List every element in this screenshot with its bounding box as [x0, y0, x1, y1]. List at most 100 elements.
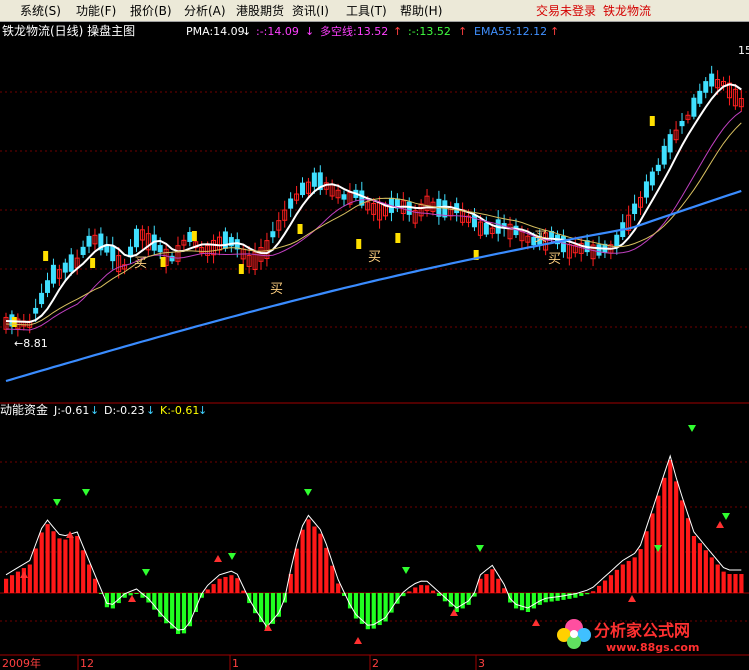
- histogram-bar-up: [602, 580, 608, 593]
- highlight-candle: [297, 224, 303, 234]
- d-label: D:-0.23: [104, 404, 145, 417]
- highlight-candle: [160, 257, 166, 267]
- histogram-bar-up: [721, 571, 726, 593]
- histogram-bar-up: [45, 524, 50, 593]
- histogram-bar-up: [691, 536, 697, 593]
- histogram-bar-up: [490, 569, 495, 593]
- menu-tools[interactable]: 工具(T): [346, 2, 387, 19]
- login-status[interactable]: 交易未登录: [536, 2, 596, 19]
- signal-down-arrow-icon: [688, 425, 696, 432]
- candle-body: [311, 172, 317, 187]
- histogram-bar-up: [739, 574, 744, 593]
- histogram-bar-up: [318, 533, 323, 593]
- histogram-bar-up: [727, 574, 732, 593]
- histogram-bar-up: [419, 585, 424, 593]
- histogram-bar-up: [51, 531, 56, 593]
- menu-help[interactable]: 帮助(H): [400, 2, 442, 19]
- histogram-bar-up: [614, 569, 619, 593]
- duokong-label: 多空线:13.52: [320, 24, 388, 38]
- histogram-bar-down: [513, 593, 519, 609]
- menu-function[interactable]: 功能(F): [76, 2, 116, 19]
- buy-signal-label: 买: [134, 256, 147, 271]
- signal-up-arrow-icon: [20, 571, 28, 578]
- candle-body: [45, 280, 51, 293]
- histogram-bar-up: [685, 518, 691, 593]
- histogram-bar-up: [644, 531, 649, 593]
- chart-area[interactable]: 铁龙物流(日线) 操盘主图 PMA:14.09 ↓ :-:14.09 ↓ 多空线…: [0, 21, 749, 670]
- menu-info[interactable]: 资讯(I): [292, 2, 329, 19]
- histogram-bar-up: [703, 550, 708, 593]
- duokong-up-arrow-icon: ↑: [393, 25, 402, 38]
- histogram-bar-up: [205, 589, 210, 593]
- candle-body: [709, 73, 715, 87]
- line2-label: :-:13.52: [408, 25, 451, 38]
- histogram-bar-up: [223, 576, 228, 593]
- j-down-arrow-icon: ↓: [90, 404, 99, 417]
- histogram-bar-up: [63, 539, 68, 593]
- menu-system[interactable]: 系统(S): [20, 2, 61, 19]
- signal-down-arrow-icon: [53, 499, 61, 506]
- time-axis-label: 2009年: [2, 656, 41, 670]
- low-price-marker: ←8.81: [14, 337, 48, 350]
- histogram-bar-up: [294, 548, 299, 593]
- histogram-bar-up: [69, 537, 74, 593]
- watermark-name: 分析家公式网: [594, 621, 690, 640]
- histogram-bar-up: [75, 536, 80, 593]
- candle-body: [632, 203, 638, 215]
- highlight-candle: [238, 264, 244, 274]
- candle-body: [406, 201, 412, 215]
- histogram-bar-up: [680, 500, 685, 593]
- candle-body: [270, 231, 276, 238]
- histogram-bar-up: [300, 529, 305, 593]
- signal-up-arrow-icon: [628, 595, 636, 602]
- candle-body: [483, 222, 489, 235]
- momentum-histogram: [4, 454, 744, 634]
- histogram-bar-up: [81, 550, 86, 593]
- menu-analysis[interactable]: 分析(A): [184, 2, 226, 19]
- histogram-bar-up: [413, 587, 418, 593]
- histogram-bar-down: [525, 593, 531, 612]
- histogram-bar-down: [134, 593, 139, 594]
- candle-body: [679, 120, 685, 127]
- line2-up-arrow-icon: ↑: [458, 25, 467, 38]
- candle-body: [33, 307, 39, 314]
- signal-down-arrow-icon: [476, 545, 484, 552]
- candle-body: [697, 90, 703, 104]
- signal-down-arrow-icon: [722, 513, 730, 520]
- signal-down-arrow-icon: [142, 569, 150, 576]
- histogram-bar-up: [57, 538, 62, 593]
- histogram-bar-down: [460, 593, 465, 609]
- histogram-bar-down: [128, 593, 133, 596]
- main-panel-title: 铁龙物流(日线) 操盘主图: [2, 23, 135, 38]
- histogram-bar-up: [650, 513, 655, 593]
- histogram-bar-up: [626, 560, 631, 593]
- signal-down-arrow-icon: [304, 489, 312, 496]
- candle-body: [667, 134, 673, 153]
- signal-down-arrow-icon: [82, 489, 90, 496]
- menu-hk-futures[interactable]: 港股期货: [236, 2, 284, 19]
- histogram-bar-up: [662, 477, 667, 593]
- kline-chart-svg[interactable]: 铁龙物流(日线) 操盘主图 PMA:14.09 ↓ :-:14.09 ↓ 多空线…: [0, 21, 749, 670]
- histogram-bar-up: [591, 591, 596, 593]
- histogram-bar-up: [87, 564, 92, 593]
- signal-down-arrow-icon: [228, 553, 236, 560]
- histogram-bar-up: [709, 557, 714, 593]
- k-label: K:-0.61: [160, 404, 199, 417]
- histogram-bar-up: [715, 564, 720, 593]
- histogram-bar-up: [430, 590, 436, 593]
- buy-signal-label: 买: [270, 282, 283, 297]
- histogram-bar-up: [312, 526, 317, 593]
- candle-body: [661, 145, 667, 165]
- candle-body: [86, 235, 92, 247]
- candle-body: [187, 231, 193, 242]
- candle-body: [300, 182, 305, 196]
- signal-up-arrow-icon: [716, 521, 724, 528]
- menu-quote[interactable]: 报价(B): [130, 2, 172, 19]
- candle-body: [50, 264, 56, 284]
- histogram-bar-down: [567, 593, 572, 599]
- pma-label: PMA:14.09: [186, 25, 245, 38]
- highlight-candle: [649, 116, 655, 126]
- histogram-bar-down: [579, 593, 584, 596]
- histogram-bar-up: [608, 575, 614, 593]
- signal-up-arrow-icon: [214, 555, 222, 562]
